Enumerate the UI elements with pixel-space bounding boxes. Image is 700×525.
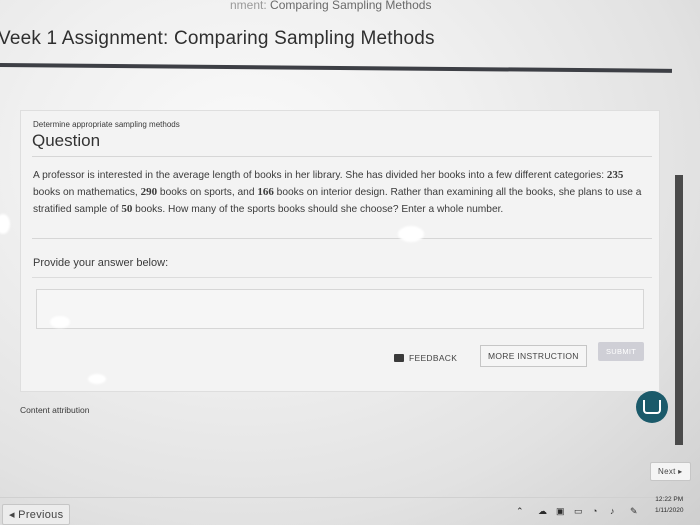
screen-glare bbox=[50, 316, 70, 328]
topic-label: Determine appropriate sampling methods bbox=[33, 120, 180, 129]
feedback-icon bbox=[394, 354, 404, 362]
card-divider bbox=[32, 277, 652, 278]
answer-prompt: Provide your answer below: bbox=[33, 257, 169, 269]
volume-icon[interactable]: ♪ bbox=[610, 506, 615, 516]
tab-title-prefix: nment: bbox=[230, 0, 271, 12]
question-text-part: books on sports, and bbox=[157, 187, 258, 198]
content-attribution-link[interactable]: Content attribution bbox=[20, 405, 89, 415]
card-divider bbox=[32, 238, 652, 239]
clock-date: 1/11/2020 bbox=[655, 507, 684, 514]
browser-tab[interactable]: nment: Comparing Sampling Methods bbox=[230, 0, 431, 12]
chevron-up-icon[interactable]: ⌃ bbox=[516, 506, 524, 517]
chat-button[interactable] bbox=[636, 391, 668, 423]
previous-button[interactable]: ◂ Previous bbox=[2, 504, 71, 525]
screen-glare bbox=[88, 374, 106, 384]
wifi-icon[interactable]: ◔ bbox=[592, 506, 597, 516]
answer-input[interactable] bbox=[36, 289, 644, 329]
math-books-count: 235 bbox=[606, 169, 624, 181]
page-title: Veek 1 Assignment: Comparing Sampling Me… bbox=[0, 28, 435, 49]
pen-icon[interactable]: ✎ bbox=[630, 506, 638, 517]
battery-icon[interactable]: ▭ bbox=[574, 506, 583, 517]
question-text-part: books on mathematics, bbox=[33, 187, 141, 198]
display-icon[interactable]: ▣ bbox=[556, 506, 565, 517]
question-text-part: A professor is interested in the average… bbox=[33, 170, 607, 181]
scrollbar[interactable] bbox=[675, 175, 683, 445]
question-heading: Question bbox=[32, 131, 101, 150]
clock-time: 12:22 PM bbox=[655, 496, 684, 503]
card-divider bbox=[32, 156, 652, 157]
feedback-button[interactable]: FEEDBACK bbox=[394, 353, 457, 363]
question-text-part: books. How many of the sports books shou… bbox=[132, 204, 504, 215]
sample-size: 50 bbox=[121, 203, 133, 215]
sports-books-count: 290 bbox=[140, 186, 158, 198]
taskbar-clock[interactable]: 12:22 PM 1/11/2020 bbox=[655, 494, 683, 516]
design-books-count: 166 bbox=[257, 186, 274, 198]
submit-button[interactable]: SUBMIT bbox=[598, 342, 645, 361]
screen-glare bbox=[398, 226, 424, 242]
cloud-icon[interactable]: ☁ bbox=[538, 506, 547, 517]
question-text: A professor is interested in the average… bbox=[33, 167, 643, 218]
feedback-label: FEEDBACK bbox=[409, 353, 458, 363]
chat-icon bbox=[643, 400, 661, 414]
next-button[interactable]: Next ▸ bbox=[650, 462, 691, 481]
tab-title: Comparing Sampling Methods bbox=[270, 0, 432, 12]
more-instruction-button[interactable]: MORE INSTRUCTION bbox=[480, 345, 587, 367]
